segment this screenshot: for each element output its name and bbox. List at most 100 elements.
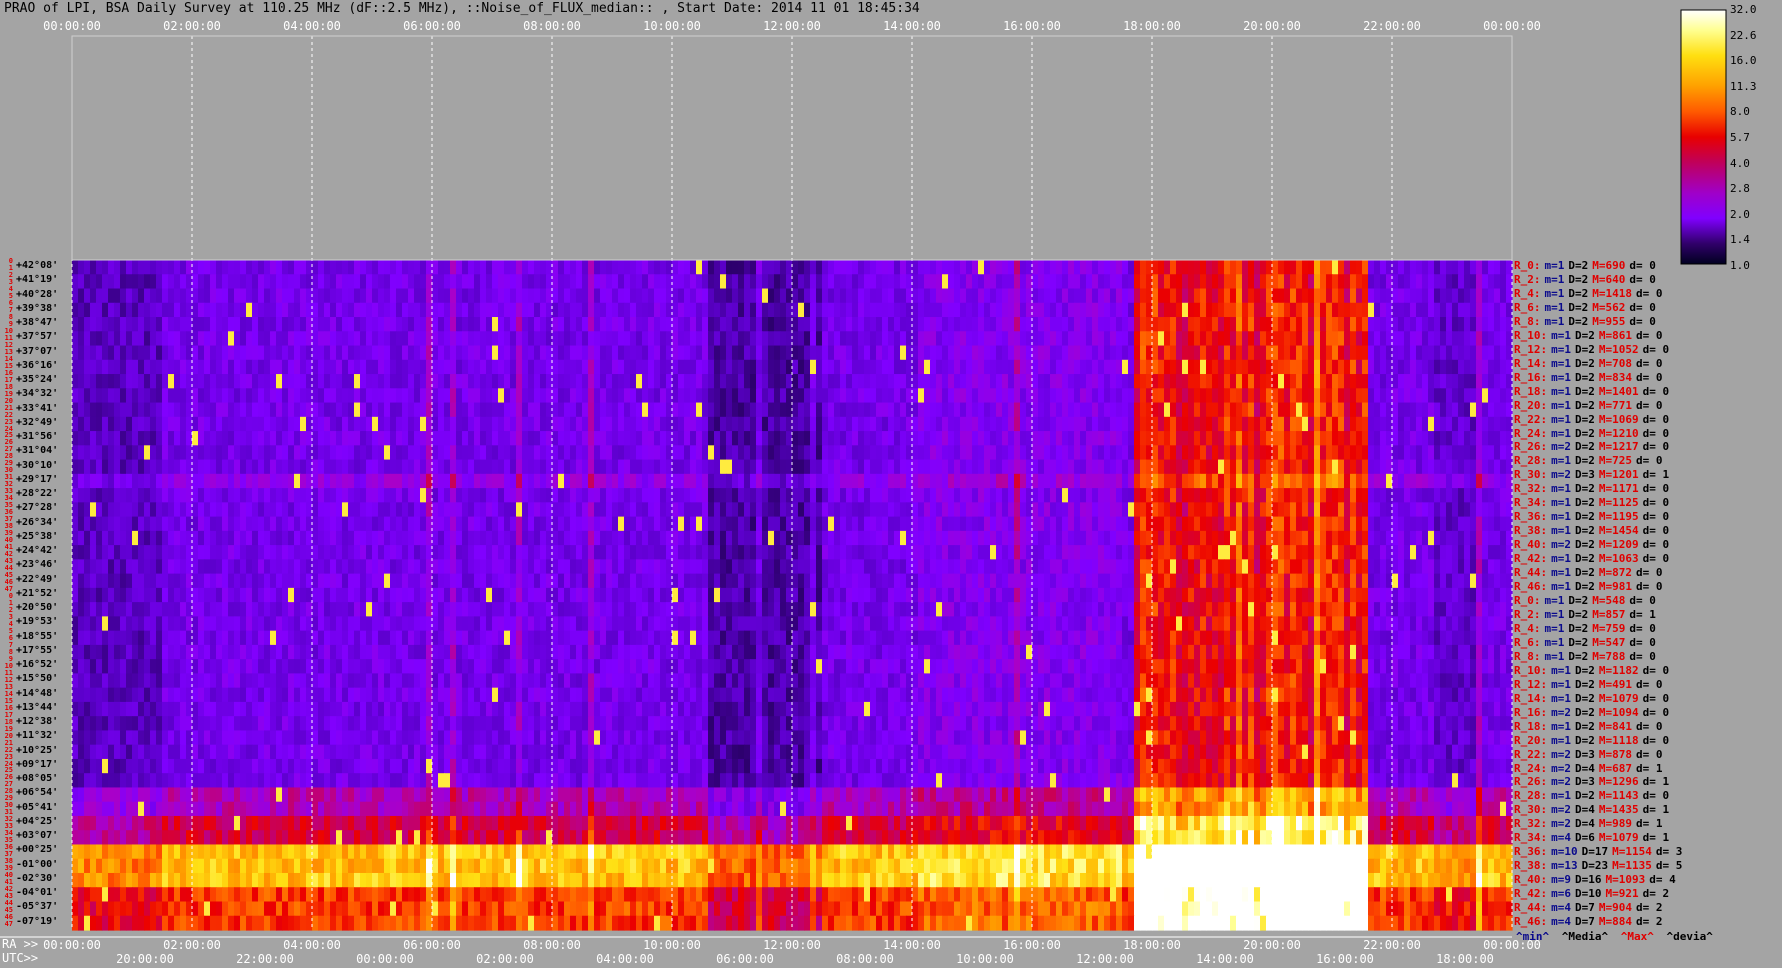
heatmap-cell (852, 431, 859, 446)
heatmap-cell (72, 416, 79, 432)
heatmap-cell (930, 331, 937, 347)
heatmap-cell (1434, 345, 1441, 361)
heatmap-cell (318, 431, 325, 446)
heatmap-cell (456, 459, 463, 475)
heatmap-cell (534, 331, 541, 347)
heatmap-cell (456, 402, 463, 418)
heatmap-cell (450, 473, 457, 489)
heatmap-cell (1488, 274, 1495, 290)
heatmap-cell (1326, 402, 1333, 418)
heatmap-cell (642, 502, 649, 518)
heatmap-cell (1140, 473, 1147, 489)
heatmap-cell (900, 416, 907, 432)
heatmap-cell (102, 545, 109, 560)
heatmap-cell (768, 402, 775, 418)
heatmap-cell (702, 502, 709, 518)
heatmap-cell (348, 374, 355, 389)
heatmap-cell (690, 331, 697, 347)
heatmap-cell (1392, 317, 1399, 332)
heatmap-cell (1218, 317, 1225, 332)
heatmap-cell (156, 260, 163, 275)
heatmap-cell (612, 388, 619, 404)
heatmap-cell (972, 317, 979, 332)
heatmap-cell (636, 459, 643, 475)
heatmap-cell (1332, 374, 1339, 389)
heatmap-cell (354, 274, 361, 290)
heatmap-cell (786, 345, 793, 361)
heatmap-cell (744, 288, 751, 304)
heatmap-cell (1278, 302, 1285, 318)
heatmap-cell (1290, 374, 1297, 389)
heatmap-cell (204, 416, 211, 432)
heatmap-cell (480, 359, 487, 375)
heatmap-cell (360, 530, 367, 546)
heatmap-cell (1500, 288, 1507, 304)
heatmap-cell (606, 317, 613, 332)
heatmap-cell (852, 331, 859, 347)
heatmap-cell (828, 416, 835, 432)
heatmap-cell (984, 388, 991, 404)
heatmap-cell (714, 345, 721, 361)
heatmap-cell (792, 388, 799, 404)
heatmap-cell (108, 431, 115, 446)
heatmap-cell (1092, 374, 1099, 389)
heatmap-cell (240, 374, 247, 389)
heatmap-cell (1428, 302, 1435, 318)
heatmap-cell (894, 288, 901, 304)
heatmap-cell (1206, 516, 1213, 532)
heatmap-cell (738, 402, 745, 418)
heatmap-cell (1086, 416, 1093, 432)
heatmap-cell (354, 374, 361, 389)
heatmap-cell (222, 530, 229, 546)
heatmap-cell (1398, 473, 1405, 489)
heatmap-cell (558, 545, 565, 560)
heatmap-cell (1218, 473, 1225, 489)
heatmap-cell (162, 459, 169, 475)
heatmap-cell (714, 545, 721, 560)
heatmap-cell (624, 274, 631, 290)
heatmap-cell (726, 359, 733, 375)
heatmap-cell (414, 473, 421, 489)
heatmap-cell (1290, 516, 1297, 532)
heatmap-cell (78, 502, 85, 518)
heatmap-cell (822, 530, 829, 546)
heatmap-cell (1398, 459, 1405, 475)
heatmap-cell (810, 488, 817, 503)
heatmap-cell (270, 459, 277, 475)
heatmap-cell (528, 317, 535, 332)
heatmap-cell (360, 359, 367, 375)
heatmap-cell (282, 473, 289, 489)
heatmap-cell (534, 302, 541, 318)
heatmap-cell (1500, 530, 1507, 546)
heatmap-cell (1308, 445, 1315, 461)
heatmap-cell (1092, 388, 1099, 404)
heatmap-cell (138, 374, 145, 389)
heatmap-cell (696, 445, 703, 461)
heatmap-cell (402, 359, 409, 375)
heatmap-cell (1122, 288, 1129, 304)
heatmap-cell (1212, 388, 1219, 404)
heatmap-cell (1350, 402, 1357, 418)
heatmap-cell (762, 345, 769, 361)
heatmap-cell (720, 488, 727, 503)
heatmap-cell (1332, 431, 1339, 446)
heatmap-cell (1236, 331, 1243, 347)
heatmap-cell (870, 445, 877, 461)
heatmap-cell (540, 374, 547, 389)
heatmap-cell (1158, 302, 1165, 318)
heatmap-cell (1098, 260, 1105, 275)
heatmap-cell (912, 288, 919, 304)
heatmap-cell (882, 260, 889, 275)
heatmap-cell (588, 374, 595, 389)
heatmap-cell (1404, 288, 1411, 304)
heatmap-cell (1368, 473, 1375, 489)
heatmap-cell (78, 302, 85, 318)
heatmap-cell (1470, 402, 1477, 418)
heatmap-cell (774, 502, 781, 518)
heatmap-cell (156, 516, 163, 532)
heatmap-cell (1500, 359, 1507, 375)
heatmap-cell (948, 317, 955, 332)
heatmap-cell (522, 317, 529, 332)
heatmap-cell (102, 416, 109, 432)
heatmap-cell (762, 545, 769, 560)
